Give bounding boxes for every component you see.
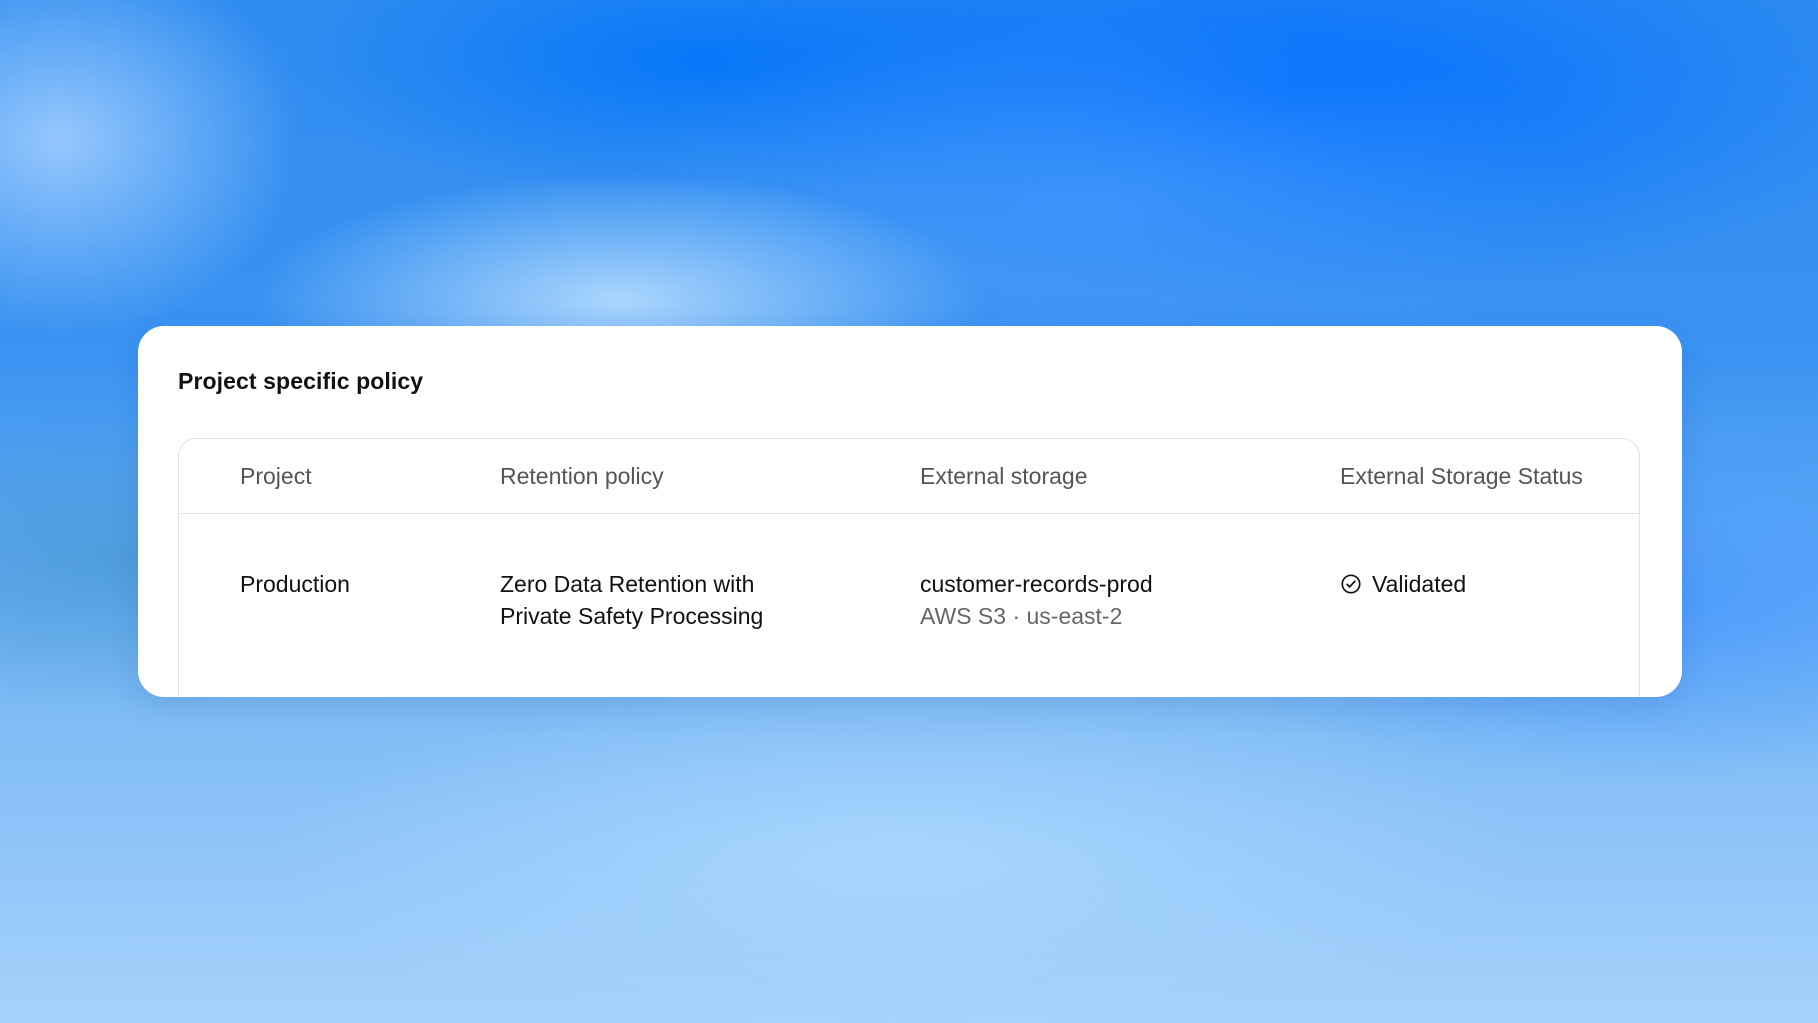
table-header-row: Project Retention policy External storag… [179, 439, 1639, 514]
retention-policy-cell: Zero Data Retention with Private Safety … [500, 568, 763, 632]
card-title: Project specific policy [178, 368, 424, 394]
retention-policy-line-2: Private Safety Processing [500, 603, 764, 629]
external-storage-cell: customer-records-prod AWS S3 · us-east-2 [920, 568, 1153, 632]
column-header-external-storage-status: External Storage Status [1340, 463, 1583, 489]
check-circle-icon [1341, 574, 1361, 594]
storage-name: customer-records-prod [920, 571, 1153, 597]
column-header-external-storage: External storage [920, 463, 1088, 489]
status-label: Validated [1372, 571, 1467, 597]
status-badge: Validated [1340, 568, 1466, 600]
column-header-project: Project [240, 463, 312, 489]
policy-card: Project specific policy Project Retentio… [138, 326, 1682, 697]
table-row[interactable]: Production Zero Data Retention with Priv… [179, 514, 1639, 674]
column-header-retention-policy: Retention policy [500, 463, 664, 489]
policy-table: Project Retention policy External storag… [178, 438, 1640, 697]
project-cell: Production [240, 571, 350, 597]
storage-location: AWS S3 · us-east-2 [920, 603, 1123, 629]
retention-policy-line-1: Zero Data Retention with [500, 571, 755, 597]
